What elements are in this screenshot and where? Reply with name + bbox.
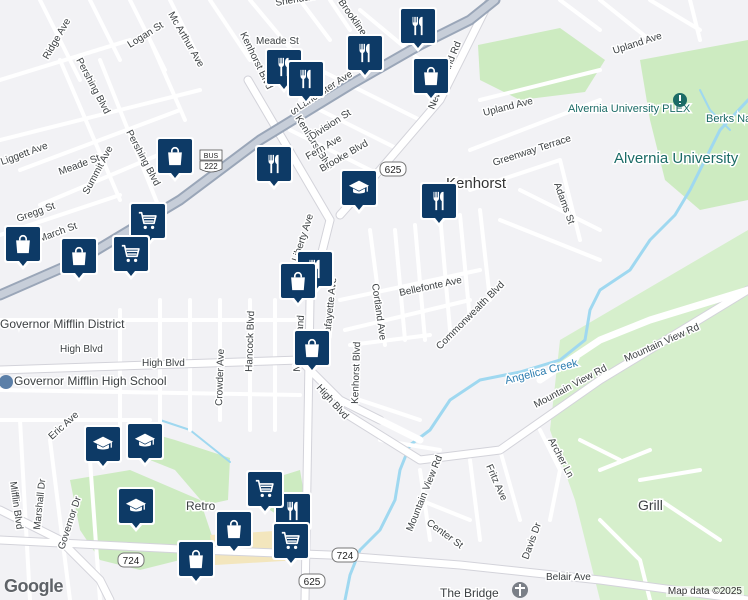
street-label: Crowder Ave bbox=[214, 348, 227, 406]
place-label-the-bridge: The Bridge bbox=[440, 586, 499, 600]
street-label: Hancock Blvd bbox=[244, 311, 257, 372]
street-label: Meade St bbox=[256, 36, 299, 47]
place-label-retro: Retro bbox=[186, 499, 216, 513]
svg-text:625: 625 bbox=[304, 577, 321, 588]
place-label-grill: Grill bbox=[638, 497, 663, 513]
svg-text:724: 724 bbox=[123, 556, 140, 567]
svg-text:222: 222 bbox=[204, 162, 218, 171]
place-label-berks-nature: Berks Nature Angelica Creek bbox=[706, 113, 748, 125]
svg-text:BUS: BUS bbox=[204, 153, 219, 160]
place-label-governor-mifflin-high: Governor Mifflin High School bbox=[14, 374, 167, 388]
place-label-alvernia-plex: Alvernia University PLEX bbox=[568, 103, 691, 115]
place-label-alvernia-university: Alvernia University bbox=[614, 150, 739, 167]
map-canvas[interactable]: 625 625 724 724 BUS 222 Meade St Logan S… bbox=[0, 0, 748, 600]
street-label: Kenhorst Blvd bbox=[350, 341, 363, 404]
place-label-governor-mifflin-district: Governor Mifflin District bbox=[0, 317, 125, 331]
route-shield-724-west: 724 bbox=[117, 552, 145, 568]
route-shield-625-south: 625 bbox=[298, 573, 326, 589]
svg-text:724: 724 bbox=[337, 551, 354, 562]
route-shield-625-north: 625 bbox=[379, 161, 407, 177]
map-attribution[interactable]: Map data ©2025 bbox=[665, 586, 744, 597]
svg-text:625: 625 bbox=[385, 165, 402, 176]
route-shield-bus-222: BUS 222 bbox=[199, 149, 223, 173]
route-shield-724-east: 724 bbox=[331, 547, 359, 563]
street-label: High Blvd bbox=[142, 358, 185, 369]
street-label: High Blvd bbox=[60, 344, 103, 355]
google-logo: Google bbox=[4, 576, 64, 596]
street-label: Belair Ave bbox=[546, 572, 591, 583]
